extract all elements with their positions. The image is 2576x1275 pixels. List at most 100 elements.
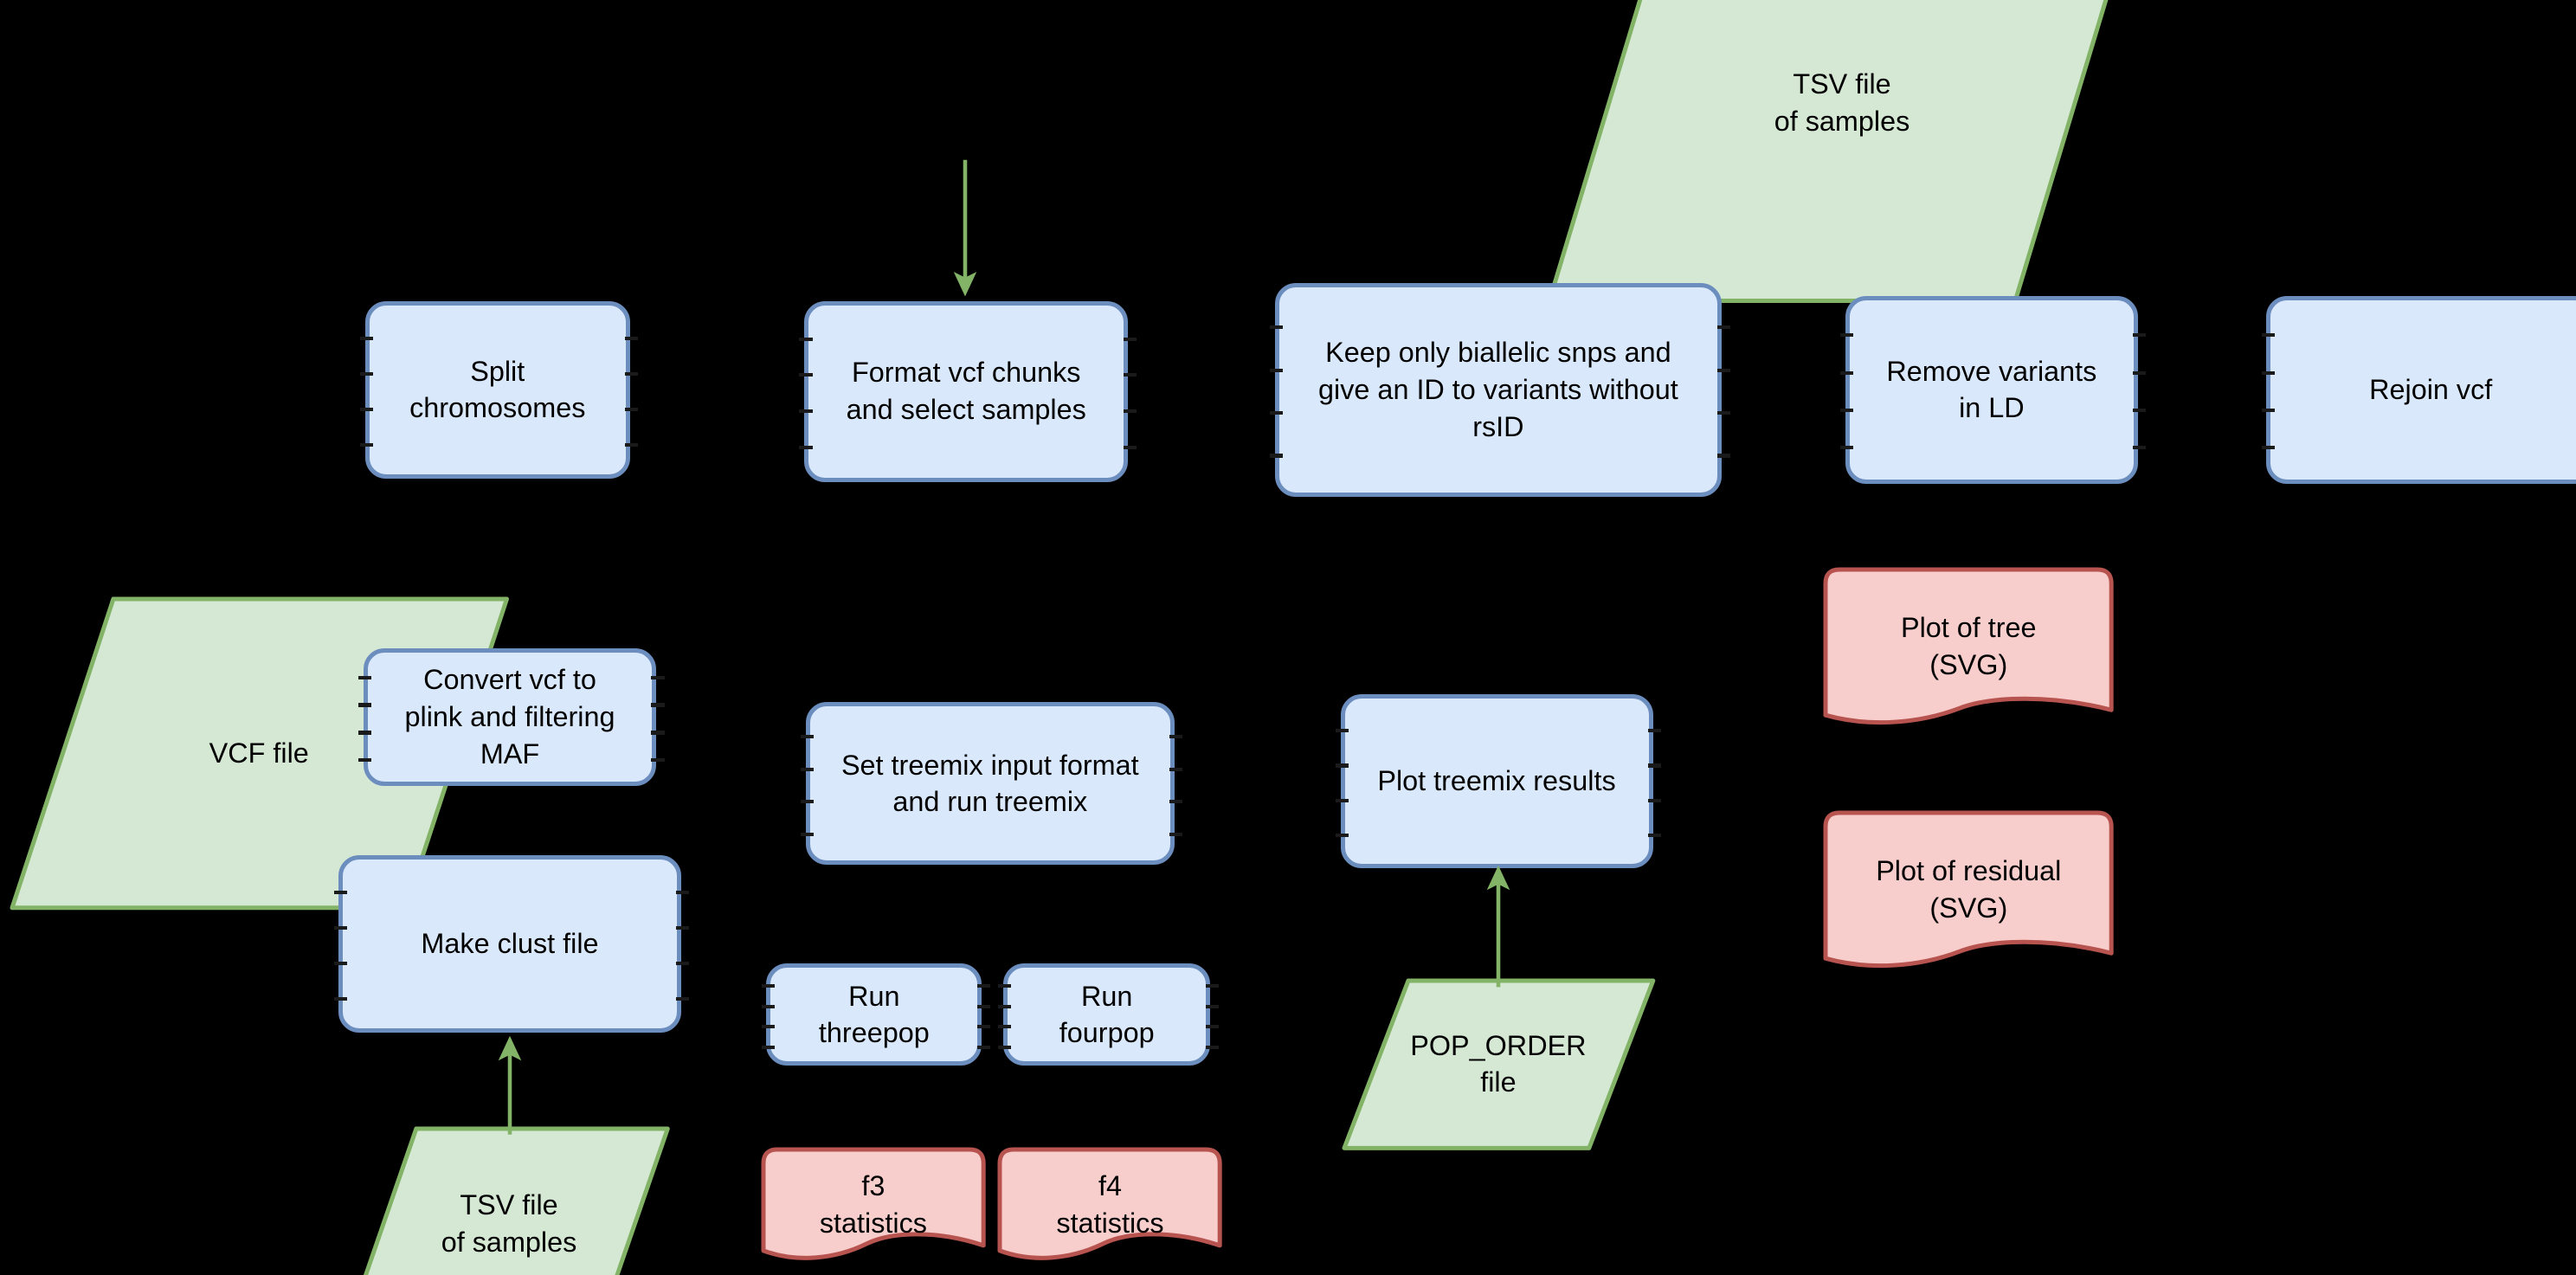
connector-stub (675, 926, 690, 930)
connector-stub (1123, 409, 1137, 414)
node-label: TSV file of samples (441, 1188, 577, 1258)
node-run-threepop[interactable]: Run threepop (766, 963, 982, 1066)
connector-stub (1840, 333, 1854, 338)
connector-stub (1205, 1025, 1219, 1029)
node-tsv-file-bottom[interactable]: TSV file of samples (347, 1125, 671, 1275)
node-label: Make clust file (421, 928, 599, 960)
connector-stub (651, 731, 665, 735)
connector-stub (998, 1045, 1012, 1049)
connector-stub (799, 337, 813, 341)
connector-stub (651, 675, 665, 679)
node-pop-order-file[interactable]: POP_ORDER file (1341, 977, 1657, 1151)
node-label: Run fourpop (1059, 980, 1155, 1049)
node-label: Convert vcf to plink and filtering MAF (404, 664, 615, 770)
connector-stub (1169, 734, 1183, 739)
connector-stub (761, 1025, 775, 1029)
connector-stub (358, 703, 372, 707)
connector-stub (1123, 337, 1137, 341)
connector-stub (1205, 1045, 1219, 1049)
connector-stub (1169, 800, 1183, 804)
connector-stub (651, 758, 665, 763)
connector-stub (625, 371, 639, 376)
connector-stub (761, 983, 775, 988)
node-label: TSV file of samples (1774, 68, 1910, 137)
connector-stub (1335, 833, 1349, 838)
connector-stub (675, 891, 690, 895)
connector-stub (1716, 411, 1730, 415)
connector-stub (2133, 408, 2147, 413)
connector-stub (1647, 798, 1661, 802)
connector-stub (998, 1004, 1012, 1008)
connector-stub (1169, 832, 1183, 836)
node-label: POP_ORDER file (1410, 1029, 1587, 1098)
connector-stub (1269, 411, 1283, 415)
connector-stub (1123, 373, 1137, 377)
node-run-fourpop[interactable]: Run fourpop (1003, 963, 1211, 1066)
connector-stub (801, 734, 815, 739)
node-f3-statistics[interactable]: f3 statistics (760, 1146, 987, 1263)
connector-stub (976, 1025, 990, 1029)
connector-stub (333, 891, 347, 895)
connector-stub (1335, 729, 1349, 733)
connector-stub (801, 767, 815, 771)
connector-stub (2133, 446, 2147, 450)
node-label: Keep only biallelic snps and give an ID … (1318, 337, 1678, 442)
node-label: Format vcf chunks and select samples (846, 357, 1086, 426)
node-label: Set treemix input format and run treemix (840, 749, 1139, 818)
node-label: Split chromosomes (409, 355, 586, 424)
connector-stub (1269, 368, 1283, 372)
node-rejoin-vcf[interactable]: Rejoin vcf (2266, 296, 2576, 484)
node-label: Plot treemix results (1377, 765, 1616, 797)
connector-stub (675, 962, 690, 966)
connector-stub (998, 1025, 1012, 1029)
connector-stub (799, 373, 813, 377)
node-label: Plot of residual (SVG) (1876, 855, 2062, 924)
node-tsv-file-top[interactable]: TSV file of samples (1546, 0, 2138, 305)
connector-stub (1716, 368, 1730, 372)
node-set-treemix-input[interactable]: Set treemix input format and run treemix (806, 702, 1175, 866)
connector-stub (1335, 798, 1349, 802)
node-keep-biallelic-snps[interactable]: Keep only biallelic snps and give an ID … (1274, 282, 1723, 497)
node-f4-statistics[interactable]: f4 statistics (996, 1146, 1223, 1263)
node-format-vcf-chunks[interactable]: Format vcf chunks and select samples (804, 300, 1129, 482)
connector-stub (2133, 370, 2147, 375)
connector-stub (1269, 454, 1283, 458)
connector-stub (976, 1004, 990, 1008)
connector-stub (1123, 445, 1137, 450)
node-label: Run threepop (818, 980, 930, 1049)
connector-stub (2133, 333, 2147, 338)
node-label: Plot of tree (SVG) (1900, 611, 2037, 680)
connector-stub (1840, 370, 1854, 375)
connector-stub (998, 983, 1012, 988)
connector-stub (1716, 325, 1730, 330)
node-label: Rejoin vcf (2369, 373, 2493, 405)
node-remove-variants-ld[interactable]: Remove variants in LD (1845, 296, 2138, 484)
node-label: Remove variants in LD (1886, 355, 2097, 424)
node-plot-treemix-results[interactable]: Plot treemix results (1340, 693, 1653, 869)
flowchart-canvas: TSV file of samples VCF file Split chromos… (0, 0, 2576, 1275)
connector-stub (1205, 983, 1219, 988)
node-make-clust-file[interactable]: Make clust file (338, 855, 681, 1034)
connector-stub (801, 832, 815, 836)
connector-stub (358, 675, 372, 679)
connector-stub (625, 407, 639, 411)
connector-stub (1647, 729, 1661, 733)
connector-stub (2261, 408, 2275, 413)
connector-stub (1269, 325, 1283, 330)
connector-stub (1840, 408, 1854, 413)
connector-stub (651, 703, 665, 707)
node-convert-vcf-plink[interactable]: Convert vcf to plink and filtering MAF (363, 647, 657, 787)
node-plot-of-tree[interactable]: Plot of tree (SVG) (1822, 566, 2115, 727)
node-plot-of-residual[interactable]: Plot of residual (SVG) (1822, 809, 2115, 970)
node-split-chromosomes[interactable]: Split chromosomes (364, 300, 630, 479)
connector-stub (360, 407, 374, 411)
connector-stub (1169, 767, 1183, 771)
connector-stub (761, 1004, 775, 1008)
connector-stub (360, 336, 374, 340)
connector-stub (358, 758, 372, 763)
connector-stub (1716, 454, 1730, 458)
node-label: f4 statistics (1056, 1169, 1164, 1239)
connector-stub (1335, 763, 1349, 768)
connector-stub (333, 926, 347, 930)
connector-stub (976, 983, 990, 988)
